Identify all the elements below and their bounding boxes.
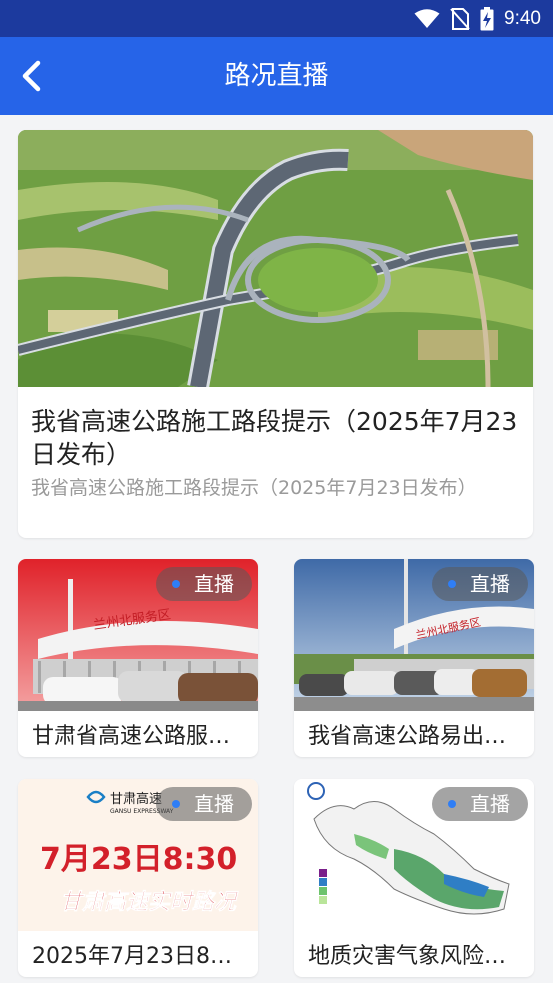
battery-charging-icon [480,7,494,31]
card-title: 地质灾害气象风险预警 [308,944,526,969]
featured-news-card[interactable]: 我省高速公路施工路段提示（2025年7月23日发布） 我省高速公路施工路段提示（… [18,130,533,538]
status-bar: 9:40 [0,0,553,37]
card-title: 甘肃省高速公路服务区实况直播 [32,724,250,749]
live-badge-label: 直播 [470,572,510,596]
poster-headline: 甘肃高速实时路况 [60,889,239,915]
highway-interchange-photo [18,130,533,387]
live-badge-label: 直播 [194,572,234,596]
logo-text: 甘肃高速 [110,791,162,807]
live-dot-icon [172,580,180,588]
live-badge: 直播 [156,567,252,601]
live-badge: 直播 [432,787,528,821]
live-card-road-conditions[interactable]: 甘肃高速 GANSU EXPRESSWAY 7月23日8:30 甘肃高速实时路况… [18,779,258,977]
card-title: 我省高速公路易出现拥堵路段直播 [308,724,526,749]
status-icons: 9:40 [414,6,541,32]
no-sim-icon [450,8,470,30]
app-header: 路况直播 [0,37,553,115]
featured-title: 我省高速公路施工路段提示（2025年7月23日发布） [31,407,518,469]
live-card-geo-hazard[interactable]: 直播 地质灾害气象风险预警 [294,779,534,977]
live-badge-label: 直播 [194,792,234,816]
live-badge: 直播 [432,567,528,601]
live-badge-label: 直播 [470,792,510,816]
page-title: 路况直播 [224,61,329,91]
wifi-icon [414,9,440,28]
live-card-congestion[interactable]: 兰州北服务区 直播 我省高速公路易出现拥堵路段直播 [294,559,534,757]
live-card-service-area[interactable]: 兰州北服务区 直播 甘肃省高速公路服务区实况直播 [18,559,258,757]
poster-datetime: 7月23日8:30 [40,842,237,877]
live-badge: 直播 [156,787,252,821]
card-title: 2025年7月23日8：30甘肃高速实时路况 [32,944,250,969]
clock: 9:40 [504,8,541,29]
featured-subtitle: 我省高速公路施工路段提示（2025年7月23日发布） [31,477,477,499]
live-dot-icon [448,800,456,808]
live-dot-icon [448,580,456,588]
live-dot-icon [172,800,180,808]
